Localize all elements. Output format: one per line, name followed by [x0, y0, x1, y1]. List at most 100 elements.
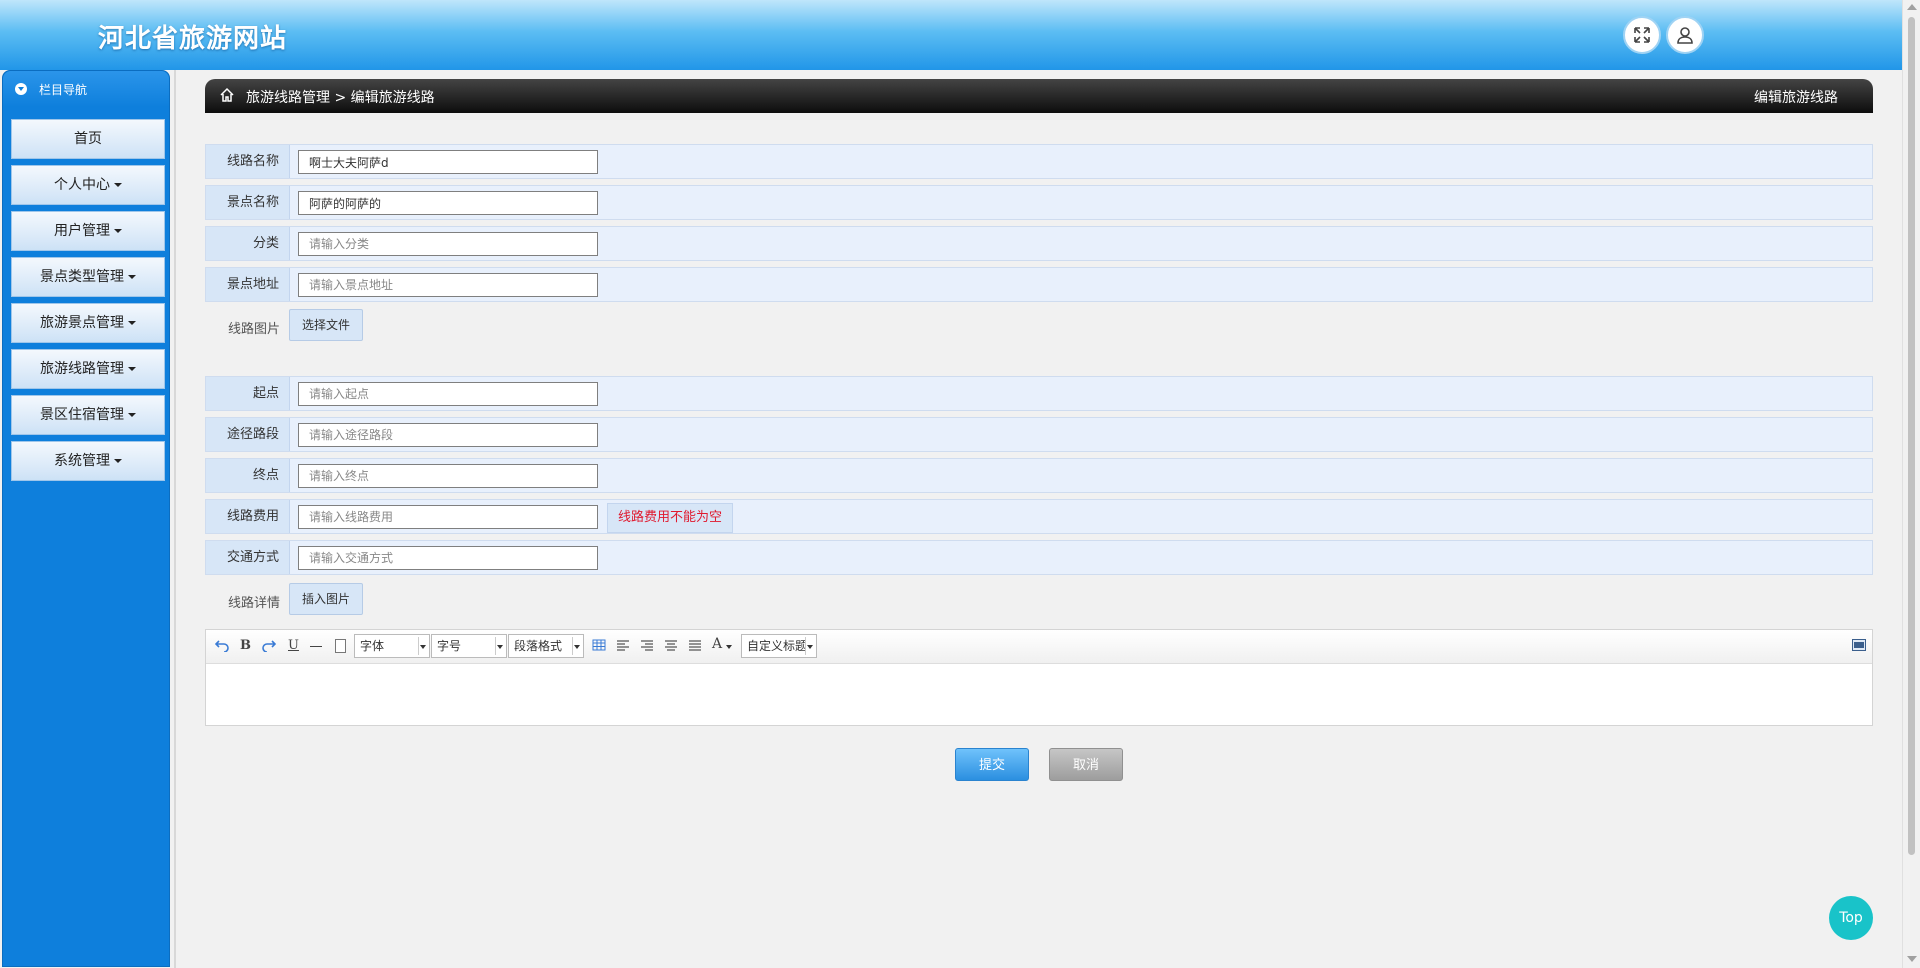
spot-address-input[interactable] — [298, 273, 598, 297]
form-row-transport: 交通方式 — [205, 540, 1873, 575]
page-icon[interactable] — [335, 639, 346, 653]
form-row-spot-name: 景点名称 — [205, 185, 1873, 220]
form-row-end: 终点 — [205, 458, 1873, 493]
cancel-button[interactable]: 取消 — [1049, 748, 1123, 781]
caret-down-icon — [114, 229, 122, 233]
page-title: 编辑旅游线路 — [1754, 90, 1838, 106]
align-right-icon[interactable] — [640, 638, 654, 656]
scrollbar[interactable] — [1902, 0, 1920, 968]
transport-label: 交通方式 — [206, 541, 290, 574]
scroll-up-icon[interactable] — [1907, 4, 1917, 10]
sidebar-heading-label: 栏目导航 — [39, 82, 88, 97]
sidebar-item-route-management[interactable]: 旅游线路管理 — [11, 349, 165, 389]
site-title: 河北省旅游网站 — [98, 24, 288, 54]
scroll-down-icon[interactable] — [1907, 956, 1917, 962]
sidebar-item-spot-type-management[interactable]: 景点类型管理 — [11, 257, 165, 297]
breadcrumb-path: 旅游线路管理 > 编辑旅游线路 — [246, 87, 435, 107]
sidebar-item-label: 旅游线路管理 — [40, 361, 124, 377]
start-input[interactable] — [298, 382, 598, 406]
font-family-select[interactable]: 字体 — [354, 634, 430, 658]
sidebar-item-label: 个人中心 — [54, 177, 110, 193]
caret-down-icon — [128, 321, 136, 325]
rich-text-editor: B U 字体 字号 段落格式 A 自定义标题 — [205, 629, 1873, 726]
paragraph-format-select[interactable]: 段落格式 — [508, 634, 584, 658]
choose-file-button[interactable]: 选择文件 — [289, 309, 363, 341]
editor-toolbar: B U 字体 字号 段落格式 A 自定义标题 — [206, 630, 1872, 664]
form-row-via: 途径路段 — [205, 417, 1873, 452]
sidebar-item-label: 用户管理 — [54, 223, 110, 239]
route-name-input[interactable] — [298, 150, 598, 174]
undo-icon[interactable] — [214, 638, 229, 656]
category-label: 分类 — [206, 227, 290, 260]
back-to-top-button[interactable]: Top — [1829, 896, 1873, 940]
spot-name-label: 景点名称 — [206, 186, 290, 219]
sidebar-item-label: 首页 — [74, 131, 102, 147]
sidebar-item-label: 系统管理 — [54, 453, 110, 469]
header: 河北省旅游网站 — [0, 0, 1902, 70]
spot-name-input[interactable] — [298, 191, 598, 215]
form-row-fee: 线路费用 线路费用不能为空 — [205, 499, 1873, 534]
form-row-category: 分类 — [205, 226, 1873, 261]
font-size-value: 字号 — [437, 639, 462, 653]
paragraph-format-value: 段落格式 — [514, 639, 563, 653]
chevron-down-icon — [495, 637, 505, 655]
redo-icon[interactable] — [262, 638, 277, 656]
bold-icon[interactable]: B — [240, 638, 251, 653]
end-input[interactable] — [298, 464, 598, 488]
fee-error-message: 线路费用不能为空 — [607, 503, 734, 533]
sidebar-item-lodging-management[interactable]: 景区住宿管理 — [11, 395, 165, 435]
insert-image-button[interactable]: 插入图片 — [289, 583, 363, 615]
source-view-icon[interactable] — [1852, 639, 1866, 655]
breadcrumb-current: 编辑旅游线路 — [350, 90, 435, 106]
font-size-select[interactable]: 字号 — [431, 634, 507, 658]
sidebar-item-label: 旅游景点管理 — [40, 315, 124, 331]
chevron-down-icon — [418, 637, 428, 655]
sidebar-item-personal-center[interactable]: 个人中心 — [11, 165, 165, 205]
underline-icon[interactable]: U — [288, 638, 299, 653]
table-icon[interactable] — [592, 638, 606, 656]
spot-address-label: 景点地址 — [206, 268, 290, 301]
home-icon[interactable] — [219, 87, 235, 107]
breadcrumb-separator: > — [334, 90, 347, 106]
font-color-icon[interactable]: A — [712, 636, 722, 652]
collapse-icon[interactable] — [15, 83, 27, 95]
sidebar: 栏目导航 首页 个人中心 用户管理 景点类型管理 旅游景点管理 旅游线路管理 景… — [2, 70, 170, 967]
align-justify-icon[interactable] — [688, 638, 702, 656]
sidebar-item-user-management[interactable]: 用户管理 — [11, 211, 165, 251]
sidebar-item-spot-management[interactable]: 旅游景点管理 — [11, 303, 165, 343]
user-icon[interactable] — [1666, 16, 1704, 54]
fee-input[interactable] — [298, 505, 598, 529]
chevron-down-icon — [572, 637, 582, 655]
caret-down-icon — [114, 459, 122, 463]
via-input[interactable] — [298, 423, 598, 447]
editor-content-area[interactable] — [206, 664, 1872, 726]
scrollbar-thumb[interactable] — [1908, 17, 1915, 855]
align-center-icon[interactable] — [664, 638, 678, 656]
sidebar-item-system-management[interactable]: 系统管理 — [11, 441, 165, 481]
caret-down-icon — [128, 275, 136, 279]
horizontal-rule-icon[interactable] — [310, 646, 322, 647]
custom-title-value: 自定义标题 — [747, 639, 808, 653]
route-image-label: 线路图片 — [227, 322, 280, 337]
caret-down-icon — [128, 367, 136, 371]
sidebar-heading: 栏目导航 — [3, 71, 169, 107]
breadcrumb-parent[interactable]: 旅游线路管理 — [246, 90, 330, 106]
category-input[interactable] — [298, 232, 598, 256]
start-label: 起点 — [206, 377, 290, 410]
divider — [174, 70, 176, 968]
transport-input[interactable] — [298, 546, 598, 570]
form-row-spot-address: 景点地址 — [205, 267, 1873, 302]
route-name-label: 线路名称 — [206, 145, 290, 178]
submit-button[interactable]: 提交 — [955, 748, 1029, 781]
custom-title-select[interactable]: 自定义标题 — [741, 634, 817, 658]
caret-down-icon — [128, 413, 136, 417]
sidebar-item-label: 景点类型管理 — [40, 269, 124, 285]
chevron-down-icon — [805, 637, 815, 655]
fullscreen-icon[interactable] — [1623, 16, 1661, 54]
chevron-down-icon[interactable] — [726, 645, 732, 649]
sidebar-item-home[interactable]: 首页 — [11, 119, 165, 159]
sidebar-item-label: 景区住宿管理 — [40, 407, 124, 423]
via-label: 途径路段 — [206, 418, 290, 451]
form-row-route-name: 线路名称 — [205, 144, 1873, 179]
align-left-icon[interactable] — [616, 638, 630, 656]
